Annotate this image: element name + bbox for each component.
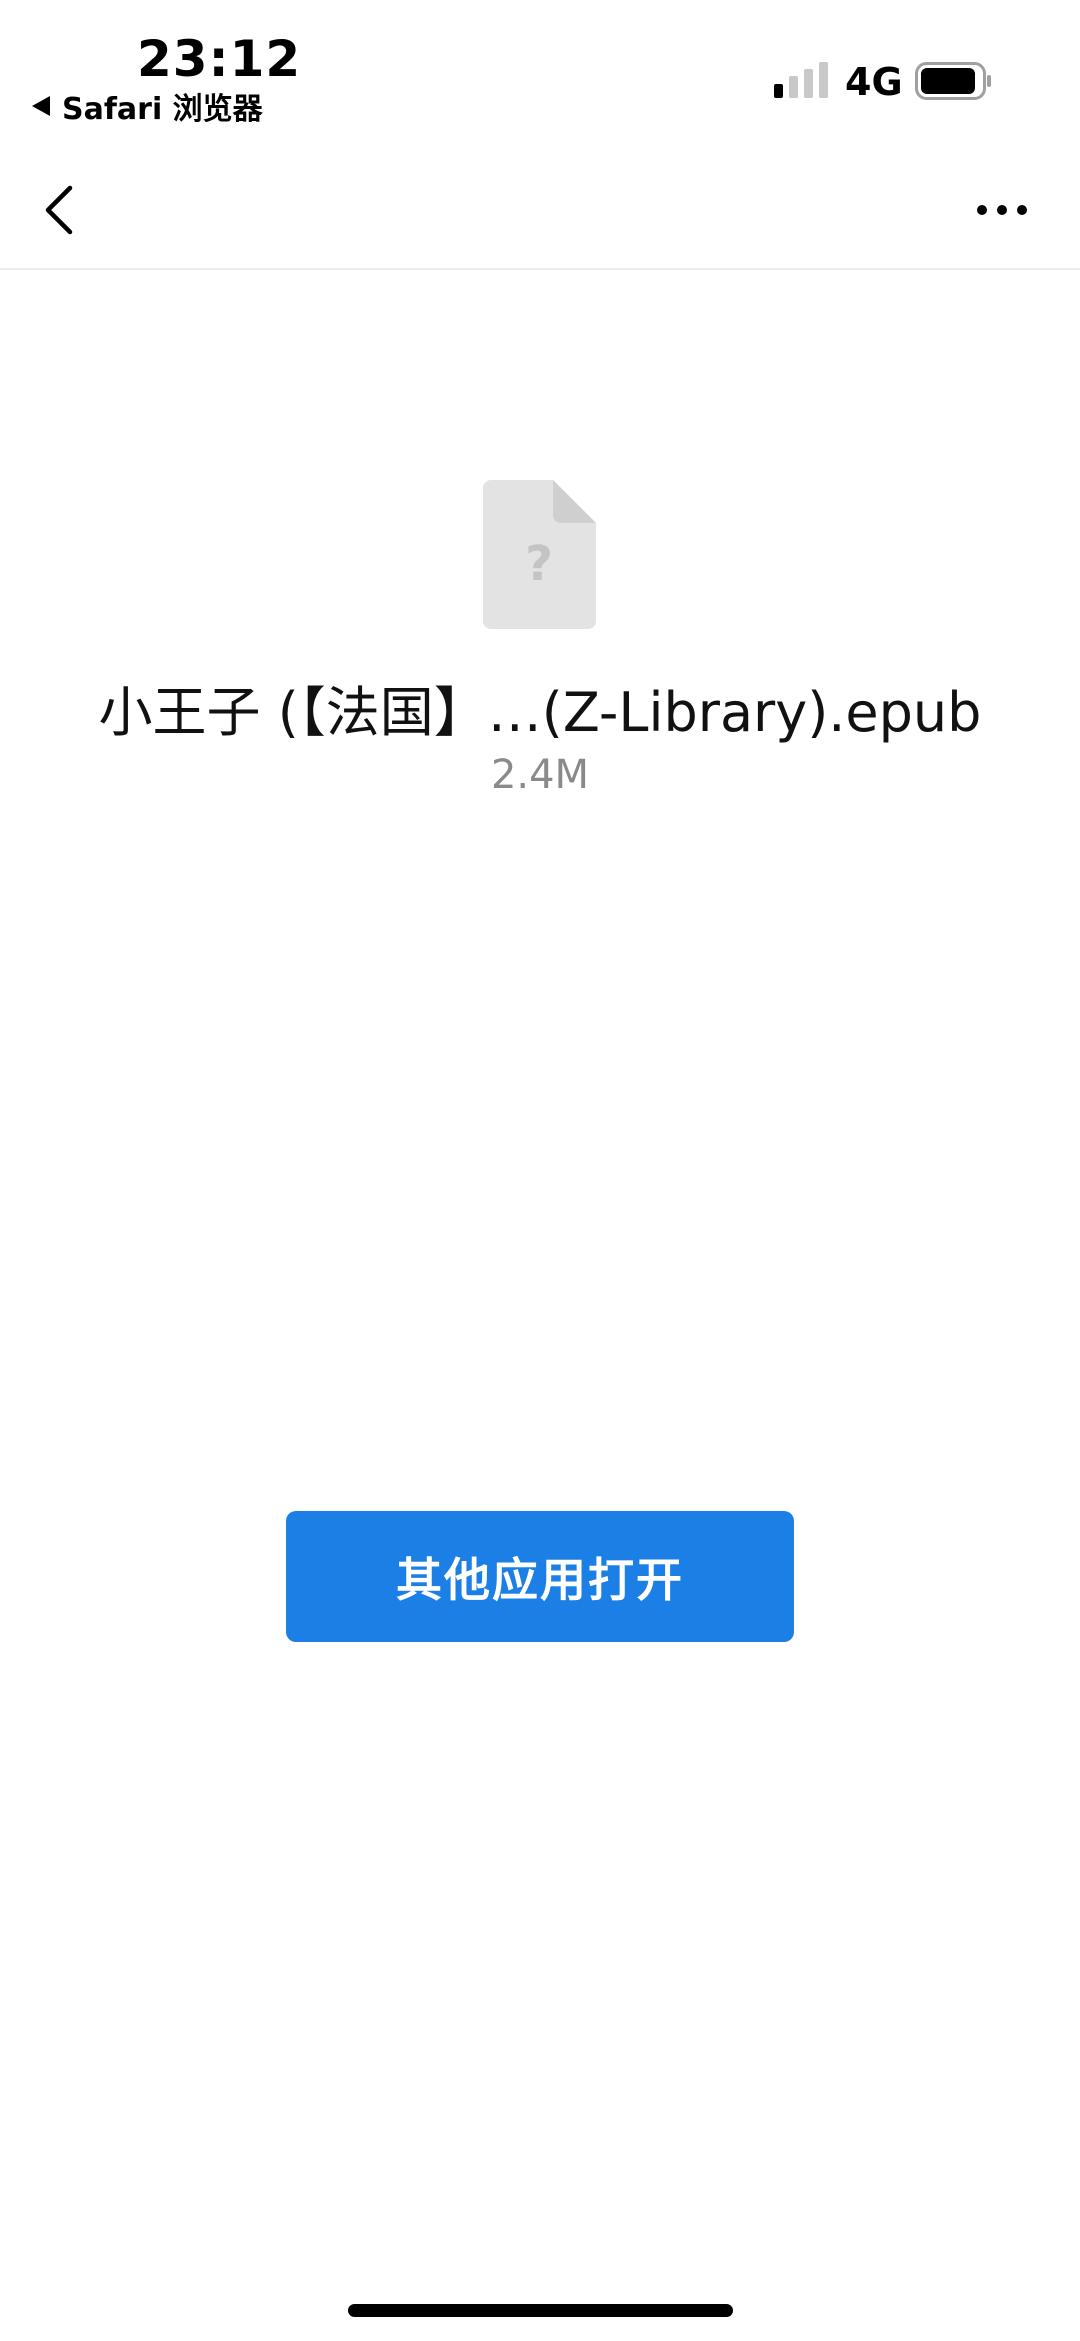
file-preview-screen: 23:12 Safari 浏览器 4G ? 小王子 (【法国】…(Z-Libra…: [0, 0, 1080, 2341]
home-indicator[interactable]: [348, 2304, 733, 2317]
cellular-signal-icon: [774, 62, 828, 98]
back-app-label: Safari 浏览器: [62, 92, 263, 127]
unknown-file-icon: ?: [483, 480, 596, 629]
file-name: 小王子 (【法国】…(Z-Library).epub: [98, 681, 982, 744]
battery-icon: [915, 62, 991, 100]
back-to-safari-link[interactable]: Safari 浏览器: [32, 84, 263, 128]
file-size: 2.4M: [490, 752, 590, 798]
open-with-other-app-button[interactable]: 其他应用打开: [286, 1511, 794, 1642]
navigation-bar: [0, 150, 1080, 270]
status-time: 23:12: [137, 30, 302, 88]
back-triangle-icon: [32, 96, 50, 116]
network-type-label: 4G: [845, 60, 903, 104]
chevron-left-icon[interactable]: [36, 180, 86, 240]
more-dots-icon[interactable]: [972, 190, 1032, 230]
svg-text:?: ?: [525, 536, 553, 592]
